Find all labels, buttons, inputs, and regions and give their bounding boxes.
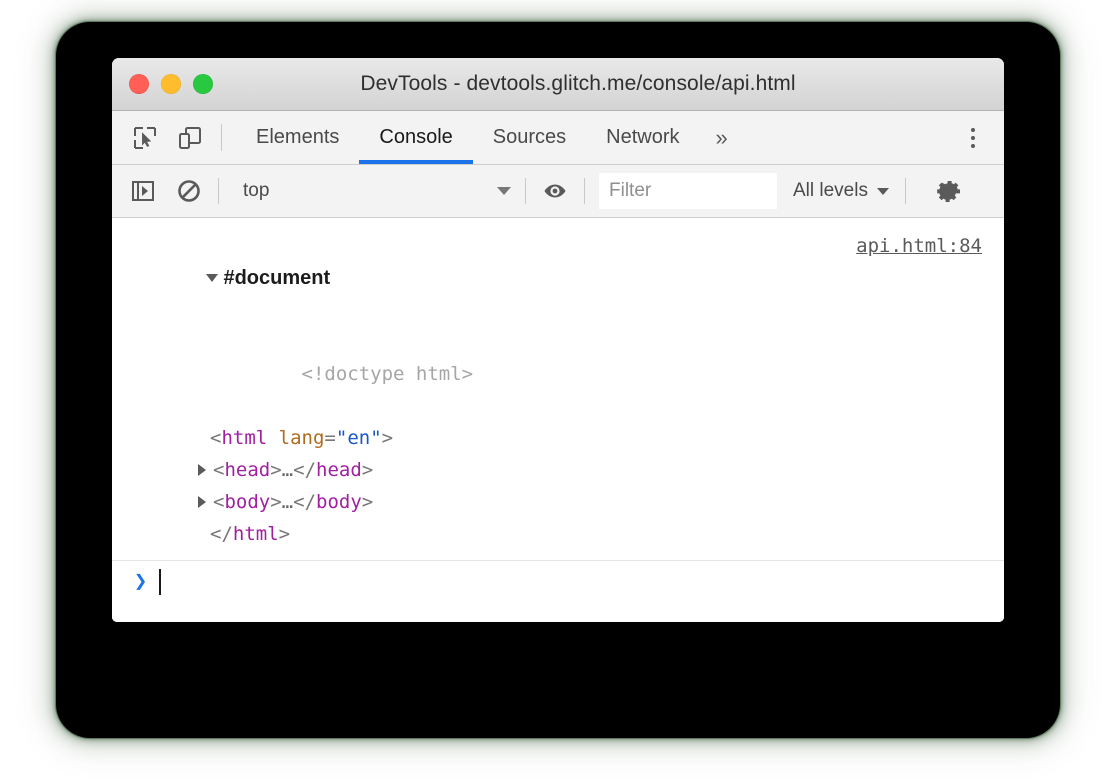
- console-row-html-open: <html lang="en">: [112, 422, 1004, 454]
- attr-equals: =: [324, 427, 336, 449]
- tab-sources[interactable]: Sources: [473, 111, 586, 164]
- tab-elements[interactable]: Elements: [236, 111, 359, 164]
- tab-bar-icons: [112, 111, 205, 164]
- console-row-doctype: <!doctype html>: [112, 326, 1004, 422]
- angle-bracket-open: <: [213, 491, 225, 513]
- tab-console[interactable]: Console: [359, 111, 474, 164]
- devtools-window: DevTools - devtools.glitch.me/console/ap…: [112, 58, 1004, 622]
- chevron-down-icon: [497, 187, 511, 195]
- execution-context-selector[interactable]: top: [233, 180, 511, 202]
- disclosure-triangle-closed-icon[interactable]: [198, 495, 206, 508]
- devtools-tab-bar: Elements Console Sources Network »: [112, 111, 1004, 165]
- minimize-window-button[interactable]: [161, 74, 181, 94]
- more-tabs-icon[interactable]: »: [700, 111, 744, 164]
- create-live-expression-icon[interactable]: [540, 176, 570, 206]
- console-prompt-row[interactable]: ❯: [112, 561, 1004, 603]
- collapsed-ellipsis: …: [281, 459, 294, 481]
- tab-network[interactable]: Network: [586, 111, 699, 164]
- inspect-element-icon[interactable]: [130, 123, 160, 153]
- tab-bar-right: [925, 111, 1004, 164]
- console-row-document[interactable]: #document: [112, 230, 1004, 326]
- chevron-down-icon: [876, 187, 889, 195]
- device-toolbar-icon[interactable]: [175, 123, 205, 153]
- close-tag-end: >: [278, 523, 291, 545]
- console-toolbar-divider-1: [218, 178, 219, 204]
- console-toolbar-divider-2: [525, 178, 526, 204]
- execution-context-label: top: [243, 180, 270, 201]
- close-tag-end: >: [361, 491, 374, 513]
- text-cursor: [159, 569, 162, 595]
- close-tag-open: </: [210, 523, 233, 545]
- close-tag-name-head: head: [316, 459, 362, 481]
- settings-gear-icon[interactable]: [934, 176, 964, 206]
- angle-bracket-open: <: [213, 459, 225, 481]
- angle-bracket-close: >: [270, 491, 282, 513]
- toolbar-divider: [221, 124, 222, 151]
- attr-value-en: "en": [335, 427, 382, 449]
- log-level-selector[interactable]: All levels: [793, 180, 889, 202]
- window-title: DevTools - devtools.glitch.me/console/ap…: [360, 72, 796, 95]
- console-toolbar-divider-4: [904, 178, 906, 204]
- angle-bracket-open: <: [210, 427, 222, 449]
- close-tag-name-html: html: [232, 523, 279, 545]
- angle-bracket-close: >: [270, 459, 282, 481]
- console-toolbar-divider-3: [584, 178, 585, 204]
- close-window-button[interactable]: [129, 74, 149, 94]
- console-toolbar: top All levels: [112, 165, 1004, 218]
- console-message-group: api.html:84 #document <!doctype html> <h…: [112, 218, 1004, 561]
- close-tag-end: >: [361, 459, 374, 481]
- tag-name-html: html: [221, 427, 268, 449]
- more-vertical-icon[interactable]: [956, 111, 990, 164]
- collapsed-ellipsis: …: [281, 491, 294, 513]
- disclosure-triangle-closed-icon[interactable]: [198, 463, 206, 476]
- disclosure-triangle-open-icon[interactable]: [206, 273, 219, 282]
- maximize-window-button[interactable]: [193, 74, 213, 94]
- doctype-text: <!doctype html>: [301, 363, 474, 385]
- prompt-chevron-icon: ❯: [134, 569, 148, 594]
- console-row-html-close: </html>: [112, 518, 1004, 550]
- console-body: api.html:84 #document <!doctype html> <h…: [112, 218, 1004, 622]
- console-row-head[interactable]: <head>…</head>: [112, 454, 1004, 486]
- close-tag-open: </: [293, 491, 317, 513]
- console-row-body[interactable]: <body>…</body>: [112, 486, 1004, 518]
- document-node-label: #document: [223, 267, 331, 289]
- log-level-label: All levels: [793, 180, 868, 201]
- attr-name-lang: lang: [267, 427, 325, 449]
- filter-input[interactable]: [599, 173, 777, 209]
- close-tag-name-body: body: [316, 491, 362, 513]
- traffic-lights: [129, 58, 213, 110]
- tag-name-body: body: [224, 491, 271, 513]
- angle-bracket-close: >: [381, 427, 394, 449]
- panel-tabs: Elements Console Sources Network »: [236, 111, 744, 164]
- show-console-sidebar-icon[interactable]: [128, 176, 158, 206]
- tag-name-head: head: [224, 459, 271, 481]
- close-tag-open: </: [293, 459, 317, 481]
- clear-console-icon[interactable]: [174, 176, 204, 206]
- title-bar: DevTools - devtools.glitch.me/console/ap…: [112, 58, 1004, 111]
